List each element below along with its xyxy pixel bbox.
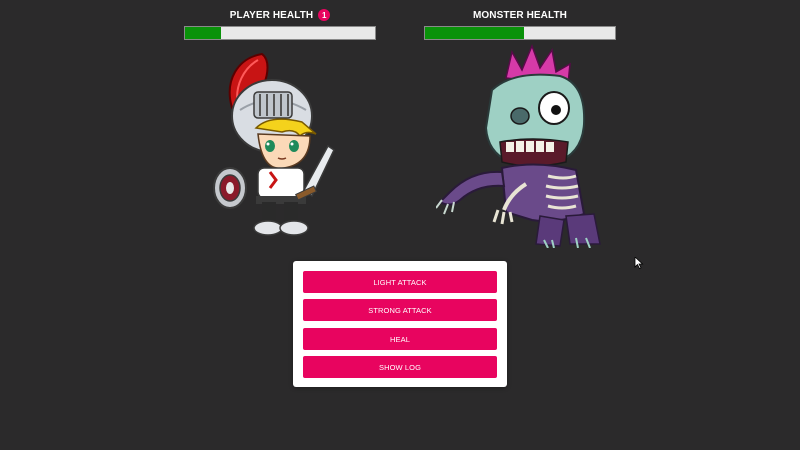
heal-button[interactable]: HEAL: [303, 328, 497, 350]
monster-health-fill: [425, 27, 524, 39]
zombie-sprite: [436, 44, 601, 248]
action-panel: LIGHT ATTACK STRONG ATTACK HEAL SHOW LOG: [293, 261, 507, 387]
player-health-fill: [185, 27, 222, 39]
game-stage: PLAYER HEALTH 1 MONSTER HEALTH LIGHT ATT…: [0, 0, 800, 450]
player-health-bar: [184, 26, 376, 40]
player-health-title: PLAYER HEALTH: [229, 9, 314, 21]
show-log-button[interactable]: SHOW LOG: [303, 356, 497, 378]
monster-health-bar: [424, 26, 616, 40]
player-health-header: PLAYER HEALTH 1: [184, 8, 376, 22]
monster-health-title: MONSTER HEALTH: [473, 9, 567, 21]
monster-health-header: MONSTER HEALTH: [424, 8, 616, 22]
player-level-badge: 1: [318, 9, 331, 21]
monster-health-panel: MONSTER HEALTH: [424, 8, 616, 40]
mouse-cursor-icon: [634, 257, 644, 269]
player-health-panel: PLAYER HEALTH 1: [184, 8, 376, 40]
light-attack-button[interactable]: LIGHT ATTACK: [303, 271, 497, 293]
knight-sprite: [213, 52, 335, 236]
strong-attack-button[interactable]: STRONG ATTACK: [303, 299, 497, 321]
